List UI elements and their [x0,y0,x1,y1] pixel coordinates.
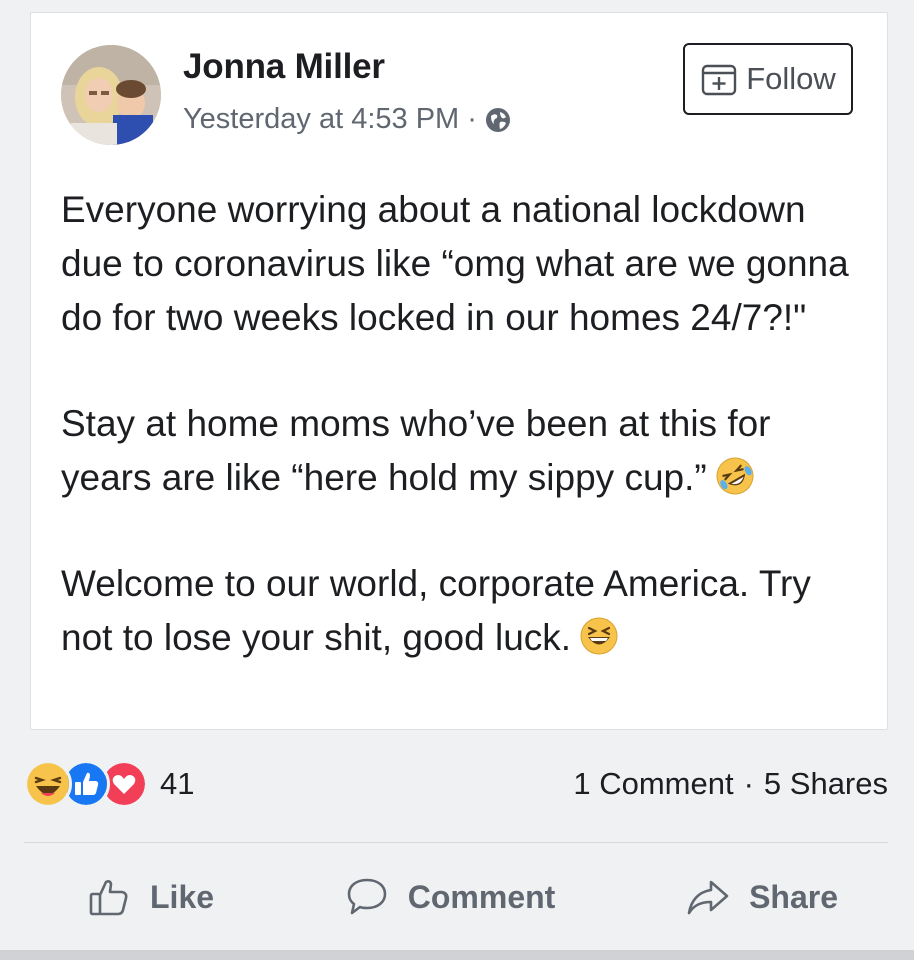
post-meta: Yesterday at 4:53 PM · [183,103,511,136]
counts-separator: · [743,766,754,801]
comment-icon [347,878,387,915]
thumbs-up-icon [89,880,128,916]
shares-count[interactable]: 5 Shares [764,766,888,802]
comment-button[interactable]: Comment [344,874,556,920]
rolling-on-floor-laughing-emoji [716,457,754,495]
post-paragraph: Stay at home moms who’ve been at this fo… [61,397,871,505]
post-timestamp[interactable]: Yesterday at 4:53 PM [183,103,459,136]
post-card: Jonna Miller Yesterday at 4:53 PM · Foll… [30,12,888,730]
post-actions: Like Comment Share [24,862,888,932]
post-paragraph: Everyone worrying about a national lockd… [61,183,871,345]
share-button[interactable]: Share [685,874,838,920]
meta-separator: · [467,103,477,135]
comments-count[interactable]: 1 Comment [573,766,733,802]
comment-label: Comment [407,878,556,915]
actions-divider [24,842,888,843]
avatar-photo [61,45,161,145]
reaction-count[interactable]: 41 [160,766,194,802]
engagement-counts: 1 Comment · 5 Shares [573,766,888,802]
avatar[interactable] [61,45,161,145]
post-paragraph-text: Stay at home moms who’ve been at this fo… [61,403,771,498]
follow-button[interactable]: Follow [683,43,853,115]
post-stats: 41 1 Comment · 5 Shares [24,760,888,812]
follow-add-icon [702,64,737,96]
share-arrow-icon [687,880,729,915]
page: Jonna Miller Yesterday at 4:53 PM · Foll… [0,0,914,960]
author-name[interactable]: Jonna Miller [183,47,385,87]
haha-reaction-icon [24,760,72,808]
like-label: Like [150,878,215,915]
grinning-squinting-emoji [580,617,618,655]
reactions-summary[interactable]: 41 [24,760,194,808]
bottom-edge [0,950,914,960]
post-paragraph: Welcome to our world, corporate America.… [61,557,871,665]
like-button[interactable]: Like [86,874,214,920]
share-label: Share [749,878,838,915]
globe-icon[interactable] [485,107,511,133]
post-paragraph-text: Everyone worrying about a national lockd… [61,189,849,338]
post-paragraph-text: Welcome to our world, corporate America.… [61,563,811,658]
follow-label: Follow [746,61,836,96]
post-body: Everyone worrying about a national lockd… [61,183,871,665]
